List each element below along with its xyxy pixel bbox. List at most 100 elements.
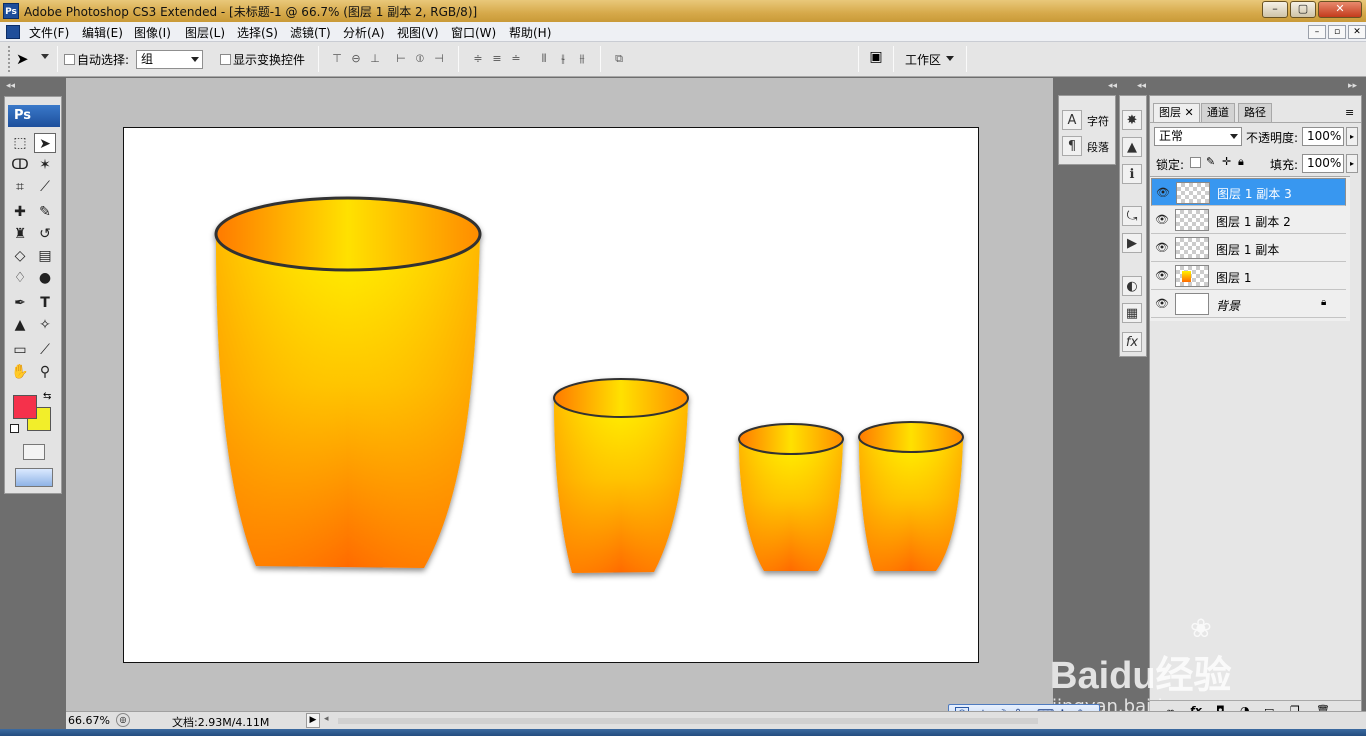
custom-shape-tool-icon[interactable]: ✧ (34, 315, 56, 335)
horizontal-scrollbar[interactable] (338, 718, 1038, 724)
foreground-color-swatch[interactable] (13, 395, 37, 419)
menu-image[interactable]: 图像(I) (134, 24, 171, 41)
eye-icon[interactable]: 👁 (1155, 242, 1169, 254)
slice-tool-icon[interactable]: ⟋ (34, 177, 56, 197)
show-transform-checkbox[interactable] (220, 54, 231, 65)
layer-row[interactable]: 👁 图层 1 副本 3 (1151, 178, 1346, 206)
scroll-left-icon[interactable]: ◂ (324, 714, 329, 724)
styles-icon[interactable]: fx (1122, 332, 1142, 352)
collapse-arrows-icon[interactable]: ◂◂ (6, 81, 15, 91)
gradient-tool-icon[interactable]: ▤ (34, 246, 56, 266)
magic-wand-tool-icon[interactable]: ✶ (34, 155, 56, 175)
menu-filter[interactable]: 滤镜(T) (290, 24, 331, 41)
eye-icon[interactable]: 👁 (1156, 187, 1170, 199)
menu-window[interactable]: 窗口(W) (451, 24, 496, 41)
menu-layer[interactable]: 图层(L) (185, 24, 225, 41)
layer-name[interactable]: 图层 1 副本 (1216, 241, 1279, 258)
align-bottom-icon[interactable]: ⊥ (367, 52, 383, 66)
move-tool-icon[interactable]: ➤ (34, 133, 56, 153)
tab-layers[interactable]: 图层 ✕ (1153, 103, 1200, 122)
swatches-icon[interactable]: ▦ (1122, 303, 1142, 323)
fill-slider-button[interactable]: ▸ (1346, 154, 1358, 173)
healing-brush-tool-icon[interactable]: ✚ (9, 202, 31, 222)
lock-image-icon[interactable]: ✎ (1206, 155, 1215, 168)
align-right-icon[interactable]: ⊣ (431, 52, 447, 66)
close-icon[interactable]: ✕ (1185, 106, 1194, 119)
layer-name[interactable]: 背景 (1216, 297, 1240, 314)
auto-select-checkbox[interactable] (64, 54, 75, 65)
distribute-vcenter-icon[interactable]: ≡ (489, 52, 505, 66)
options-grip[interactable] (8, 46, 12, 72)
menu-help[interactable]: 帮助(H) (509, 24, 551, 41)
quick-mask-icon[interactable] (23, 444, 45, 460)
paragraph-icon[interactable]: ¶ (1062, 136, 1082, 156)
character-icon[interactable]: A (1062, 110, 1082, 130)
eraser-tool-icon[interactable]: ◇ (9, 246, 31, 266)
layer-name[interactable]: 图层 1 (1216, 269, 1251, 286)
panel-menu-icon[interactable]: ≡ (1345, 106, 1354, 119)
zoom-level[interactable]: 66.67% (68, 714, 110, 727)
restore-button[interactable]: ▢ (1290, 1, 1316, 18)
status-menu-arrow-icon[interactable]: ▶ (306, 713, 320, 728)
pen-tool-icon[interactable]: ✒ (9, 293, 31, 313)
eye-icon[interactable]: 👁 (1155, 270, 1169, 282)
lock-transparent-icon[interactable] (1190, 157, 1201, 168)
collapse-arrows-icon[interactable]: ◂◂ (1137, 81, 1146, 91)
doc-minimize-button[interactable]: – (1308, 25, 1326, 39)
swap-colors-icon[interactable]: ⇆ (43, 391, 51, 402)
eye-icon[interactable]: 👁 (1155, 214, 1169, 226)
menu-file[interactable]: 文件(F) (29, 24, 69, 41)
document-icon[interactable] (6, 25, 20, 39)
layer-row[interactable]: 👁 图层 1 副本 (1151, 234, 1346, 262)
lasso-tool-icon[interactable]: ↀ (9, 155, 31, 175)
distribute-hcenter-icon[interactable]: ⫳ (555, 52, 571, 66)
navigator-icon[interactable]: ✸ (1122, 110, 1142, 130)
type-tool-icon[interactable]: T (34, 293, 56, 313)
close-button[interactable]: ✕ (1318, 1, 1362, 18)
lock-position-icon[interactable]: ✛ (1222, 155, 1231, 168)
eye-icon[interactable]: 👁 (1155, 298, 1169, 310)
align-left-icon[interactable]: ⊢ (393, 52, 409, 66)
layer-row[interactable]: 👁 图层 1 (1151, 262, 1346, 290)
layer-name[interactable]: 图层 1 副本 2 (1216, 213, 1291, 230)
opacity-input[interactable]: 100% (1302, 127, 1344, 146)
align-hcenter-icon[interactable]: ⦶ (412, 52, 428, 66)
zoom-tool-icon[interactable]: ⚲ (34, 362, 56, 382)
color-icon[interactable]: ◐ (1122, 276, 1142, 296)
path-selection-tool-icon[interactable]: ▲ (9, 315, 31, 335)
menu-view[interactable]: 视图(V) (397, 24, 439, 41)
default-colors-icon[interactable] (10, 424, 19, 433)
menu-edit[interactable]: 编辑(E) (82, 24, 123, 41)
doc-close-button[interactable]: ✕ (1348, 25, 1366, 39)
workspace-menu[interactable]: 工作区 (905, 51, 941, 68)
menu-analysis[interactable]: 分析(A) (343, 24, 385, 41)
character-label[interactable]: 字符 (1087, 113, 1109, 129)
paragraph-label[interactable]: 段落 (1087, 139, 1109, 155)
eyedropper-tool-icon[interactable]: ⟋ (34, 340, 56, 360)
blur-tool-icon[interactable]: ♢ (9, 268, 31, 288)
opacity-slider-button[interactable]: ▸ (1346, 127, 1358, 146)
layer-row[interactable]: 👁 图层 1 副本 2 (1151, 206, 1346, 234)
auto-align-icon[interactable]: ⧉ (611, 52, 627, 66)
blend-mode-dropdown[interactable]: 正常 (1154, 127, 1242, 146)
hand-tool-icon[interactable]: ✋ (9, 362, 31, 382)
distribute-left-icon[interactable]: ⫴ (536, 52, 552, 66)
layer-name[interactable]: 图层 1 副本 3 (1217, 186, 1292, 203)
distribute-top-icon[interactable]: ≑ (470, 52, 486, 66)
preset-dropdown-arrow[interactable] (41, 54, 49, 59)
tab-paths[interactable]: 路径 (1238, 103, 1272, 122)
document-canvas[interactable] (123, 127, 979, 663)
brush-tool-icon[interactable]: ✎ (34, 202, 56, 222)
crop-tool-icon[interactable]: ⌗ (9, 177, 31, 197)
notes-tool-icon[interactable]: ▭ (9, 340, 31, 360)
distribute-bottom-icon[interactable]: ≐ (508, 52, 524, 66)
status-info-icon[interactable]: ◎ (116, 713, 130, 727)
tab-channels[interactable]: 通道 (1201, 103, 1235, 122)
align-top-icon[interactable]: ⊤ (329, 52, 345, 66)
history-brush-tool-icon[interactable]: ↺ (34, 224, 56, 244)
auto-select-dropdown[interactable]: 组 (136, 50, 203, 69)
move-tool-preset-icon[interactable]: ➤ (16, 50, 29, 68)
collapse-arrows-icon[interactable]: ▸▸ (1348, 81, 1357, 91)
history-icon[interactable]: ⤿ (1122, 206, 1142, 226)
dodge-tool-icon[interactable]: ● (34, 268, 56, 288)
